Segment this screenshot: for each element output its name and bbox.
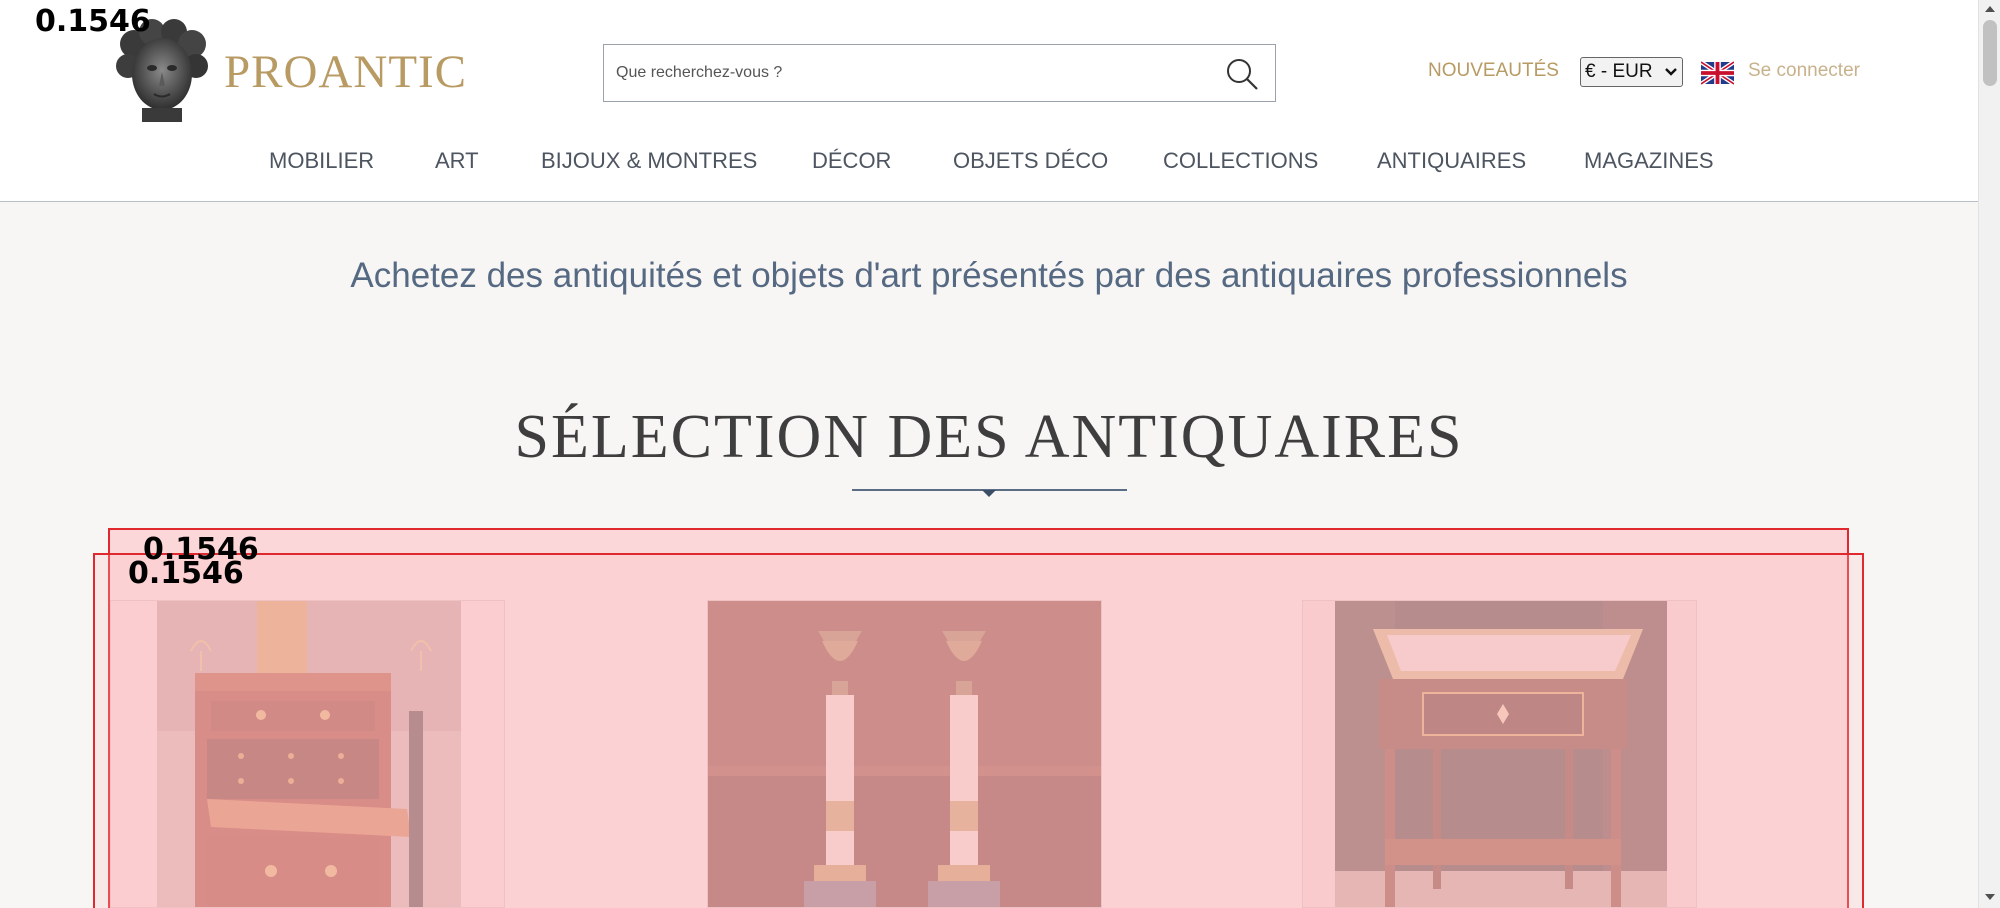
currency-select-value: € - EUR [1585,61,1653,82]
uk-flag-icon[interactable] [1701,61,1734,85]
main-nav: MOBILIER ART BIJOUX & MONTRES DÉCOR OBJE… [0,148,1978,178]
nav-item-collections[interactable]: COLLECTIONS [1163,148,1318,174]
login-link[interactable]: Se connecter [1748,60,1860,82]
nav-item-decor[interactable]: DÉCOR [812,148,891,174]
nav-item-antiquaires[interactable]: ANTIQUAIRES [1377,148,1526,174]
overlay-score-label-box-2: 0.1546 [128,556,244,591]
nav-item-art[interactable]: ART [435,148,479,174]
page-scrollbar[interactable] [1978,0,2000,908]
site-header: PROANTIC NOUVEAUTÉS € - EUR Se connecter… [0,0,1978,202]
divider-arrow [982,490,996,497]
new-arrivals-link[interactable]: NOUVEAUTÉS [1428,60,1559,82]
section-title: SÉLECTION DES ANTIQUAIRES [514,403,1464,471]
search-bar [603,44,1276,102]
search-icon[interactable] [1224,56,1260,92]
scroll-down-arrow-icon[interactable] [1985,894,1995,900]
nav-item-objets-deco[interactable]: OBJETS DÉCO [953,148,1108,174]
nav-item-magazines[interactable]: MAGAZINES [1584,148,1714,174]
nav-item-bijoux-montres[interactable]: BIJOUX & MONTRES [541,148,757,174]
page-tagline: Achetez des antiquités et objets d'art p… [350,256,1628,295]
nav-item-mobilier[interactable]: MOBILIER [269,148,374,174]
chevron-down-icon [1665,68,1677,76]
highlight-box-inner [93,553,1864,908]
search-input[interactable] [616,59,1176,87]
scroll-up-arrow-icon[interactable] [1985,6,1995,12]
scrollbar-thumb[interactable] [1983,20,1997,86]
currency-select[interactable]: € - EUR [1580,57,1683,87]
brand-name[interactable]: PROANTIC [224,45,467,99]
overlay-score-label: 0.1546 [35,4,151,39]
